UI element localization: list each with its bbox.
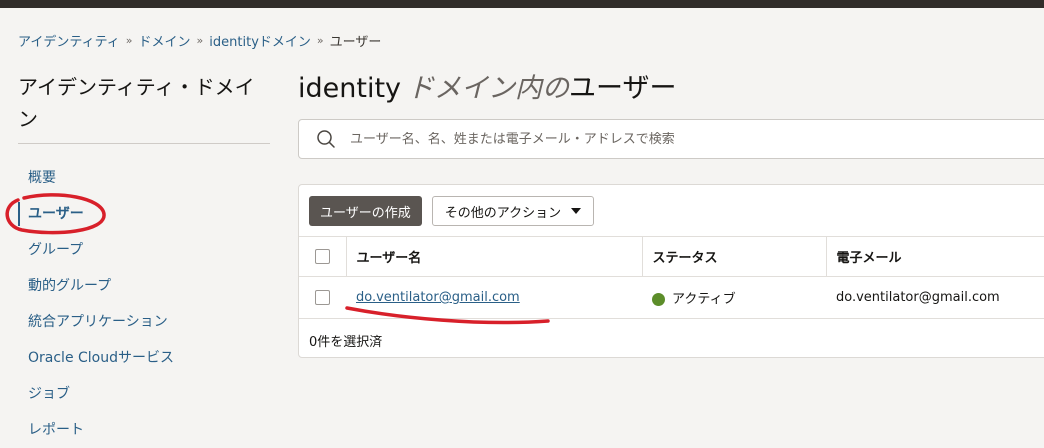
email-cell: do.ventilator@gmail.com [826,276,1044,319]
breadcrumb: アイデンティティ » ドメイン » identityドメイン » ユーザー [18,31,381,50]
header-email[interactable]: 電子メール [825,236,1044,277]
select-all-checkbox[interactable] [315,249,330,264]
search-input[interactable] [350,131,990,147]
table-toolbar: ユーザーの作成 その他のアクション [309,196,595,226]
header-status[interactable]: ステータス [641,236,826,277]
create-user-button[interactable]: ユーザーの作成 [309,196,422,226]
sidebar-item-integrated-applications[interactable]: 統合アプリケーション [18,304,268,340]
sidebar-item-reports[interactable]: レポート [18,412,268,448]
breadcrumb-identity[interactable]: アイデンティティ [18,31,120,50]
search-box [298,119,1044,159]
breadcrumb-separator: » [125,34,133,47]
breadcrumb-separator: » [196,34,204,47]
chevron-down-icon [571,208,582,214]
breadcrumb-current: ユーザー [329,35,382,50]
page-title-domain: identity [298,73,402,104]
sidebar-title: アイデンティティ・ドメイン [18,75,255,131]
sidebar-item-jobs[interactable]: ジョブ [18,376,268,412]
row-select-cell [299,276,346,319]
breadcrumb-domains[interactable]: ドメイン [139,31,191,50]
sidebar-item-dynamic-groups[interactable]: 動的グループ [18,268,268,304]
sidebar-item-groups[interactable]: グループ [18,232,268,268]
breadcrumb-separator: » [316,34,324,47]
header-username[interactable]: ユーザー名 [345,236,642,277]
sidebar-divider [18,143,270,144]
sidebar-item-overview[interactable]: 概要 [18,160,268,196]
page-title-suffix: ユーザー [569,73,677,104]
page-title: identity ドメイン内のユーザー [298,66,677,105]
header-select-cell [299,236,346,277]
sidebar-item-users[interactable]: ユーザー [18,196,268,232]
status-active-icon [652,293,665,306]
top-bar [0,0,1044,8]
username-link[interactable]: do.ventilator@gmail.com [356,290,520,305]
table-row: do.ventilator@gmail.com アクティブ do.ventila… [299,276,1044,319]
sidebar-nav: 概要 ユーザー グループ 動的グループ 統合アプリケーション Oracle Cl… [18,160,268,448]
username-cell: do.ventilator@gmail.com [346,276,642,319]
users-table: ユーザー名 ステータス 電子メール do.ventilator@gmail.co… [299,236,1044,319]
more-actions-label: その他のアクション [444,205,562,221]
more-actions-button[interactable]: その他のアクション [431,196,595,226]
row-checkbox[interactable] [315,290,330,305]
users-panel: ユーザーの作成 その他のアクション ユーザー名 ステータス 電子メール do.v… [298,184,1044,358]
breadcrumb-identity-domain[interactable]: identityドメイン [209,31,311,50]
search-icon [317,130,335,148]
sidebar-item-oracle-cloud-services[interactable]: Oracle Cloudサービス [18,340,268,376]
selected-count: 0件を選択済 [309,335,383,350]
table-header-row: ユーザー名 ステータス 電子メール [299,236,1044,277]
page-title-italic: ドメイン内の [407,73,570,104]
status-cell: アクティブ [642,276,826,319]
status-text: アクティブ [672,292,736,307]
